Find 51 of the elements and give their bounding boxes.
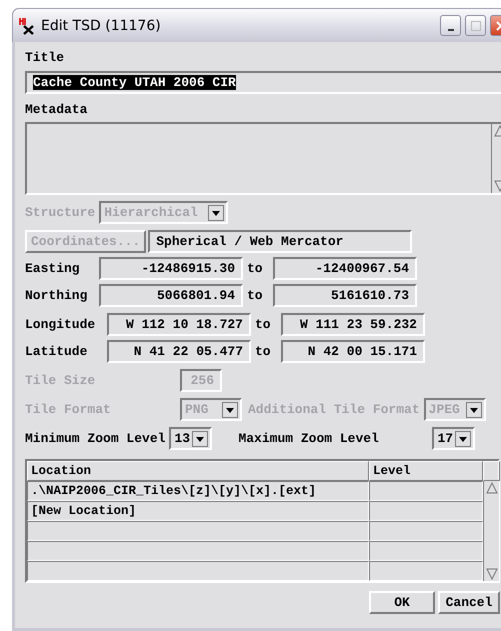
to-label: to	[247, 288, 264, 303]
column-header	[483, 461, 500, 481]
minimum-zoom-label: Minimum Zoom Level	[25, 431, 166, 446]
title-input-field[interactable]: Cache County UTAH 2006 CIR	[25, 71, 501, 94]
range-from-field[interactable]: N 41 22 05.477	[107, 340, 251, 363]
coordinate-system-field: Spherical / Web Mercator	[148, 230, 412, 253]
range-to-field[interactable]: 5161610.73	[273, 284, 417, 307]
table-cell[interactable]	[369, 541, 483, 561]
tile-format-label: Tile Format	[25, 402, 112, 417]
additional-tile-format-label: Additional Tile Format	[248, 402, 420, 417]
window-title: Edit TSD (11176)	[41, 18, 162, 34]
column-header[interactable]: Location	[27, 461, 369, 481]
table-cell[interactable]	[369, 561, 483, 581]
table-cell[interactable]	[369, 501, 483, 521]
minimize-button[interactable]	[440, 15, 461, 36]
column-header[interactable]: Level	[369, 461, 483, 481]
range-to-field[interactable]: -12400967.54	[273, 257, 417, 280]
range-label: Latitude	[25, 344, 88, 359]
maximum-zoom-label: Maximum Zoom Level	[238, 431, 380, 446]
metadata-label: Metadata	[25, 102, 88, 117]
range-label: Northing	[25, 288, 88, 303]
title-label: Title	[25, 50, 66, 65]
table-cell[interactable]: [New Location]	[27, 501, 369, 521]
table-cell[interactable]	[27, 561, 369, 581]
table-cell[interactable]	[27, 541, 369, 561]
table-cell[interactable]	[27, 521, 369, 541]
range-to-field[interactable]: W 111 23 59.232	[281, 313, 425, 336]
tile-size-label: Tile Size	[25, 373, 96, 388]
scroll-up-icon[interactable]	[484, 481, 498, 495]
minimum-zoom-dropdown[interactable]: 13	[169, 427, 212, 450]
range-from-field[interactable]: W 112 10 18.727	[107, 313, 251, 336]
table-cell[interactable]	[369, 521, 483, 541]
minimize-icon	[448, 28, 454, 30]
structure-label: Structure	[25, 205, 96, 220]
table-cell[interactable]	[369, 481, 483, 501]
maximum-zoom-dropdown[interactable]: 17	[432, 427, 476, 450]
dialog-button[interactable]: Cancel	[438, 591, 500, 614]
to-label: to	[255, 317, 272, 332]
dialog-button[interactable]: OK	[369, 591, 435, 614]
to-label: to	[255, 344, 272, 359]
to-label: to	[247, 261, 264, 276]
range-from-field[interactable]: 5066801.94	[99, 284, 243, 307]
range-from-field[interactable]: -12486915.30	[99, 257, 243, 280]
range-label: Easting	[25, 261, 81, 276]
range-label: Longitude	[25, 317, 96, 332]
scroll-down-icon[interactable]	[484, 567, 498, 581]
range-to-field[interactable]: N 42 00 15.171	[281, 340, 425, 363]
metadata-text-area[interactable]	[25, 122, 501, 195]
maximize-icon	[470, 20, 482, 32]
table-cell[interactable]: .\NAIP2006_CIR_Tiles\[z]\[y]\[x].[ext]	[27, 481, 369, 501]
scrollbar[interactable]	[483, 481, 499, 581]
